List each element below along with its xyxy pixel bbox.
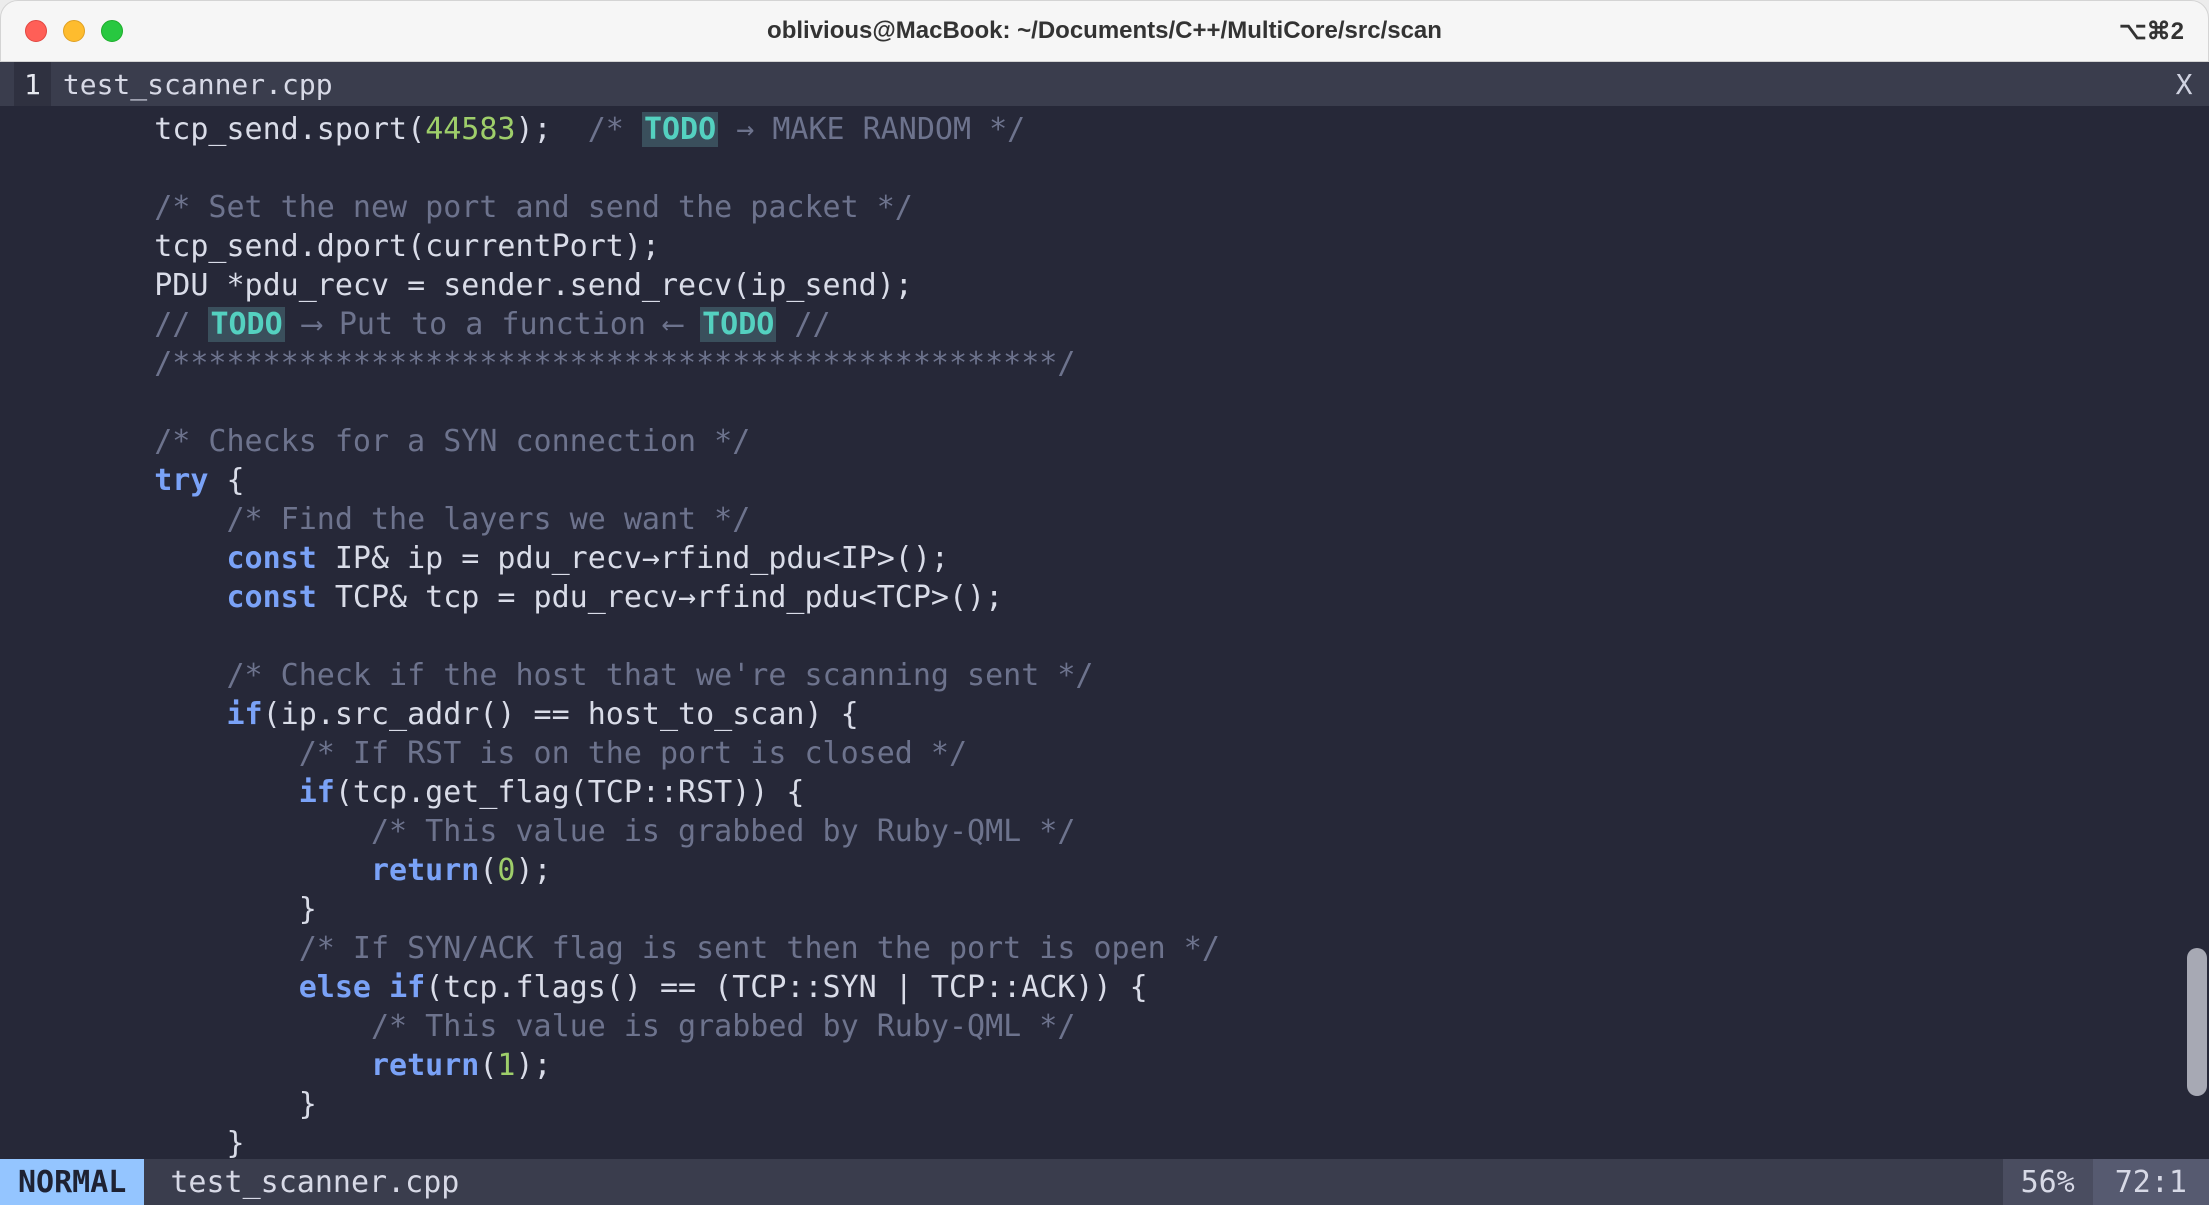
code-line: PDU *pdu_recv = sender.send_recv(ip_send… bbox=[0, 266, 2209, 305]
window-shortcut-indicator: ⌥⌘2 bbox=[2119, 17, 2184, 46]
code-editor[interactable]: tcp_send.sport(44583); /* TODO → MAKE RA… bbox=[0, 106, 2209, 1159]
statusline: NORMAL test_scanner.cpp 56% 72:1 bbox=[0, 1159, 2209, 1205]
status-cursor-position: 72:1 bbox=[2093, 1159, 2209, 1205]
code-line: } bbox=[0, 890, 2209, 929]
window-title: oblivious@MacBook: ~/Documents/C++/Multi… bbox=[1, 17, 2208, 45]
status-scroll-percent: 56% bbox=[2003, 1159, 2093, 1205]
window-controls bbox=[25, 20, 123, 42]
code-line: /* This value is grabbed by Ruby-QML */ bbox=[0, 812, 2209, 851]
code-line: if(ip.src_addr() == host_to_scan) { bbox=[0, 695, 2209, 734]
code-line: /***************************************… bbox=[0, 344, 2209, 383]
buffer-name: test_scanner.cpp bbox=[63, 68, 333, 101]
code-line: // TODO ⟶ Put to a function ⟵ TODO // bbox=[0, 305, 2209, 344]
code-line: try { bbox=[0, 461, 2209, 500]
scrollbar-track[interactable] bbox=[2185, 106, 2207, 1159]
code-line: } bbox=[0, 1124, 2209, 1159]
status-file-name: test_scanner.cpp bbox=[144, 1159, 485, 1205]
buffer-tab[interactable]: 1 test_scanner.cpp bbox=[0, 62, 347, 106]
code-line: tcp_send.sport(44583); /* TODO → MAKE RA… bbox=[0, 110, 2209, 149]
code-line: /* Set the new port and send the packet … bbox=[0, 188, 2209, 227]
scrollbar-thumb[interactable] bbox=[2187, 948, 2207, 1095]
code-line: else if(tcp.flags() == (TCP::SYN | TCP::… bbox=[0, 968, 2209, 1007]
code-line bbox=[0, 149, 2209, 188]
buffer-tabline: 1 test_scanner.cpp X bbox=[0, 62, 2209, 106]
code-line: if(tcp.get_flag(TCP::RST)) { bbox=[0, 773, 2209, 812]
code-line: } bbox=[0, 1085, 2209, 1124]
mode-indicator: NORMAL bbox=[0, 1159, 144, 1205]
code-line: return(0); bbox=[0, 851, 2209, 890]
code-line: return(1); bbox=[0, 1046, 2209, 1085]
code-line: tcp_send.dport(currentPort); bbox=[0, 227, 2209, 266]
code-line: /* This value is grabbed by Ruby-QML */ bbox=[0, 1007, 2209, 1046]
code-line: /* Checks for a SYN connection */ bbox=[0, 422, 2209, 461]
code-line: const TCP& tcp = pdu_recv→rfind_pdu<TCP>… bbox=[0, 578, 2209, 617]
code-line bbox=[0, 383, 2209, 422]
status-spacer bbox=[485, 1159, 2002, 1205]
code-line: /* If SYN/ACK flag is sent then the port… bbox=[0, 929, 2209, 968]
code-line bbox=[0, 617, 2209, 656]
window-titlebar: oblivious@MacBook: ~/Documents/C++/Multi… bbox=[0, 0, 2209, 62]
maximize-window-button[interactable] bbox=[101, 20, 123, 42]
code-line: const IP& ip = pdu_recv→rfind_pdu<IP>(); bbox=[0, 539, 2209, 578]
buffer-index: 1 bbox=[14, 62, 51, 106]
code-line: /* If RST is on the port is closed */ bbox=[0, 734, 2209, 773]
close-tab-button[interactable]: X bbox=[2159, 62, 2209, 106]
close-window-button[interactable] bbox=[25, 20, 47, 42]
code-line: /* Check if the host that we're scanning… bbox=[0, 656, 2209, 695]
code-line: /* Find the layers we want */ bbox=[0, 500, 2209, 539]
minimize-window-button[interactable] bbox=[63, 20, 85, 42]
